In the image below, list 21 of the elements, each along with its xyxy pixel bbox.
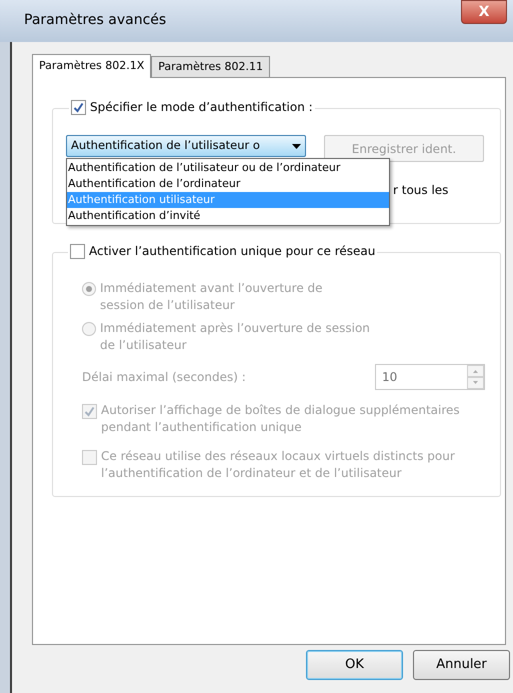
checkbox-label: Ce réseau utilise des réseaux locaux virtuels distincts pour l’authentification de l’ordinateur et de l’utilisateur — [101, 448, 456, 482]
partial-text: r tous les — [393, 182, 448, 199]
radio-label: Immédiatement avant l’ouverture de session de l’utilisateur — [100, 280, 324, 314]
delay-label: Délai maximal (secondes) : — [82, 369, 246, 386]
dialog-button[interactable]: OK — [306, 650, 403, 680]
tab[interactable]: Paramètres 802.1X — [32, 54, 152, 78]
dialog-button[interactable]: Annuler — [413, 650, 510, 680]
tab[interactable]: Paramètres 802.11 — [151, 56, 270, 77]
auth-mode-dropdown[interactable]: Authentification de l’utilisateur o — [66, 135, 306, 157]
dropdown-option[interactable]: Authentification de l’utilisateur ou de l’ordinateur — [67, 160, 389, 176]
dropdown-option[interactable]: Authentification d’invité — [67, 208, 389, 224]
checkbox-label: Activer l’authentification unique pour ce réseau — [89, 243, 376, 260]
checkbox-label: Spécifier le mode d’authentification : — [90, 99, 313, 116]
dropdown-option[interactable]: Authentification de l’ordinateur — [67, 176, 389, 192]
window-title: Paramètres avancés — [24, 11, 166, 30]
checkbox-label: Autoriser l’affichage de boîtes de dialogue supplémentaires pendant l’authentification unique — [101, 402, 461, 436]
radio-label: Immédiatement après l’ouverture de session de l’utilisateur — [100, 320, 370, 354]
checkbox[interactable] — [71, 100, 86, 114]
caret-icon — [292, 144, 301, 148]
spin-arrows-icon — [467, 365, 484, 389]
checkbox[interactable] — [70, 244, 85, 258]
